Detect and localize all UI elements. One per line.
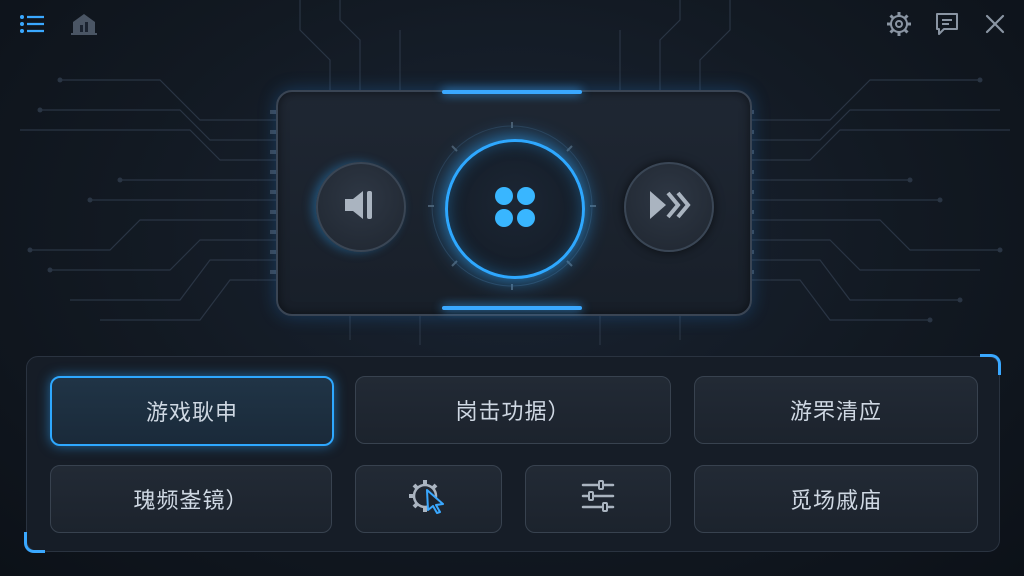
button-row1-1[interactable]: 游戏耿申 bbox=[50, 376, 334, 446]
sliders-icon bbox=[579, 479, 617, 519]
volume-down-button[interactable] bbox=[316, 162, 406, 252]
gear-icon[interactable] bbox=[885, 10, 913, 38]
fast-forward-icon bbox=[646, 185, 692, 229]
button-row2-right[interactable]: 觅场戚庙 bbox=[694, 465, 978, 533]
grid-dots-icon bbox=[489, 181, 541, 237]
button-row1-3[interactable]: 游罘清应 bbox=[694, 376, 978, 444]
corner-accent-bottom-left bbox=[24, 532, 45, 553]
button-row2-left[interactable]: 瑰频崟镜） bbox=[50, 465, 332, 533]
button-row1-2[interactable]: 岗击功据） bbox=[355, 376, 671, 444]
message-icon[interactable] bbox=[933, 10, 961, 38]
close-icon[interactable] bbox=[981, 10, 1009, 38]
panel-top-glow bbox=[442, 90, 582, 94]
panel-bottom-glow bbox=[442, 306, 582, 310]
gear-cursor-icon bbox=[407, 476, 451, 522]
sliders-button[interactable] bbox=[525, 465, 671, 533]
gear-cursor-button[interactable] bbox=[355, 465, 502, 533]
volume-down-icon bbox=[341, 185, 381, 229]
home-icon[interactable] bbox=[70, 10, 98, 38]
fast-forward-button[interactable] bbox=[624, 162, 714, 252]
list-icon[interactable] bbox=[18, 10, 46, 38]
main-grid-button[interactable] bbox=[445, 139, 585, 279]
corner-accent-top-right bbox=[980, 354, 1001, 375]
